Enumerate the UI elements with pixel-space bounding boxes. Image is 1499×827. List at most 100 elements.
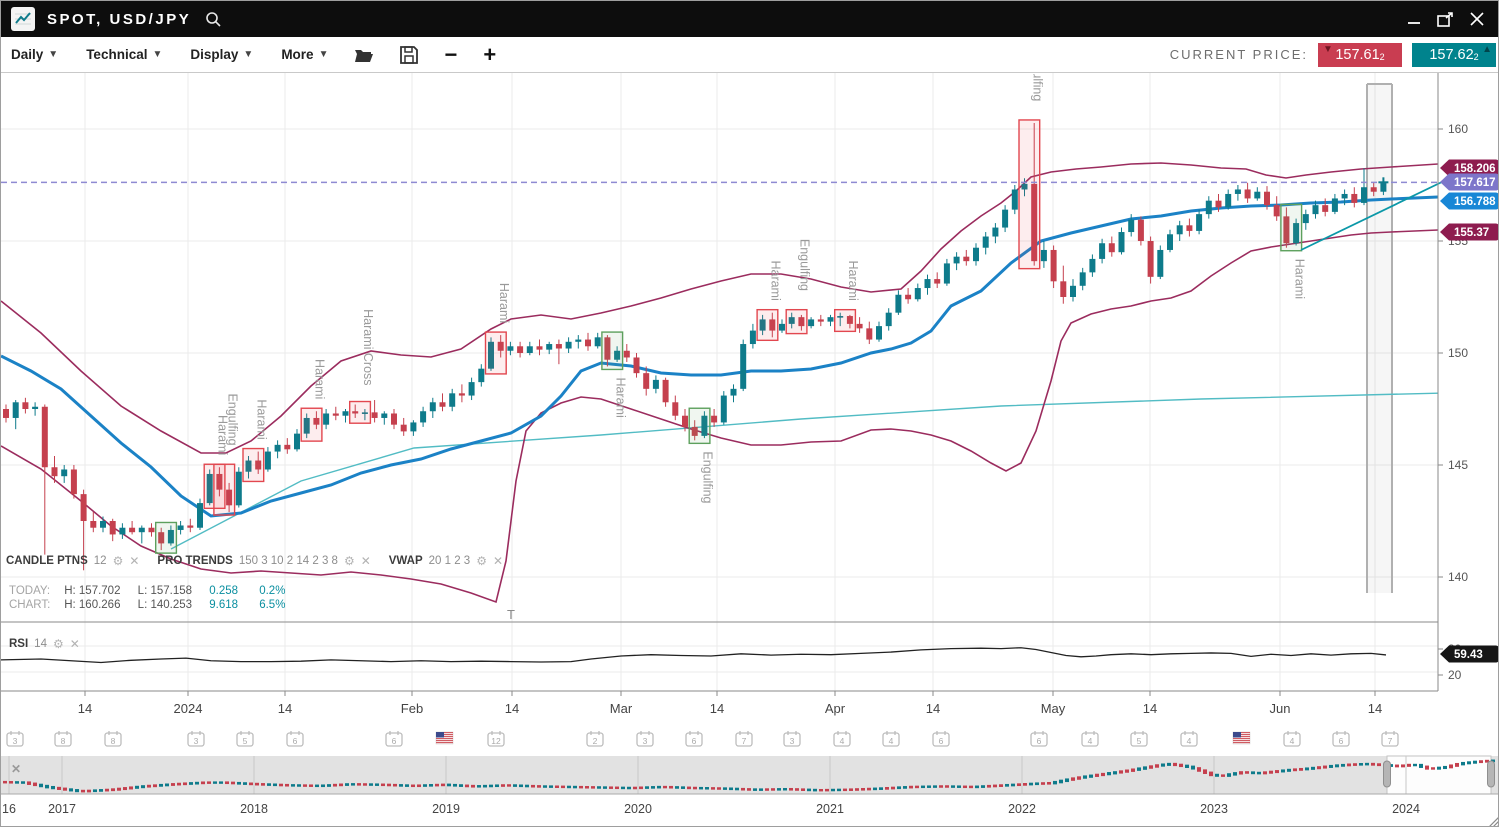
price-panel[interactable]: HaramiEngulfingHaramiHaramiHarami CrossH… [1,49,1444,602]
ask-price-button[interactable]: 157.622 ▲ [1412,43,1496,67]
pattern-box-bear[interactable] [1019,120,1040,269]
candle[interactable] [1303,210,1309,230]
pattern-box-bear[interactable] [786,310,807,334]
candle[interactable] [634,353,640,378]
pattern-box-bear[interactable] [757,310,778,341]
pattern-box-bull[interactable] [602,332,623,369]
candle[interactable] [663,378,669,407]
calendar-event-icon[interactable]: 6 [287,731,303,746]
save-icon[interactable] [400,46,418,64]
menu-timeframe[interactable]: Daily▼ [11,47,58,62]
navigator-handle-left[interactable] [1384,761,1391,787]
candle[interactable] [469,378,475,400]
vwap-anchor-marker[interactable]: T [507,607,515,622]
candle[interactable] [857,317,863,333]
candle[interactable] [915,284,921,302]
candle[interactable] [294,429,300,451]
close-icon[interactable]: ✕ [361,554,371,568]
menu-technical[interactable]: Technical▼ [86,47,162,62]
candle[interactable] [973,243,979,265]
candle[interactable] [42,405,48,555]
candle[interactable] [905,288,911,304]
candle[interactable] [808,317,814,328]
candle[interactable] [983,232,989,254]
popout-button[interactable] [1437,12,1454,27]
close-window-button[interactable] [1470,12,1484,26]
calendar-event-icon[interactable]: 8 [55,731,71,746]
calendar-event-icon[interactable]: 7 [1382,731,1398,746]
candle[interactable] [110,519,116,541]
candle[interactable] [575,335,581,348]
open-folder-icon[interactable] [354,47,374,63]
chart-canvas[interactable]: HaramiEngulfingHaramiHaramiHarami CrossH… [1,1,1499,827]
calendar-event-icon[interactable]: 3 [7,731,23,746]
candle[interactable] [866,322,872,344]
candle[interactable] [876,322,882,342]
candle[interactable] [750,324,756,349]
candle[interactable] [323,409,329,429]
candle[interactable] [1254,187,1260,200]
pattern-box-bull[interactable] [689,408,710,443]
candle[interactable] [13,400,19,429]
pattern-box-bear[interactable] [835,310,856,332]
pattern-box-bear[interactable] [243,449,264,482]
close-icon[interactable]: ✕ [493,554,503,568]
candle[interactable] [459,384,465,402]
candle[interactable] [100,517,106,533]
calendar-event-icon[interactable]: 3 [188,731,204,746]
candle[interactable] [22,398,28,414]
close-icon[interactable]: ✕ [129,554,139,568]
calendar-event-icon[interactable]: 4 [1181,731,1197,746]
candle[interactable] [1109,237,1115,257]
candle[interactable] [672,396,678,421]
calendar-event-icon[interactable]: 6 [686,731,702,746]
close-icon[interactable]: ✕ [70,637,80,651]
calendar-event-icon[interactable]: 6 [386,731,402,746]
search-icon[interactable] [205,11,222,28]
calendar-event-icon[interactable]: 4 [1284,731,1300,746]
calendar-event-icon[interactable]: 6 [933,731,949,746]
candle[interactable] [954,252,960,270]
gear-icon[interactable]: ⚙ [113,554,124,568]
candle[interactable] [711,409,717,427]
candle[interactable] [1206,196,1212,218]
rsi-value-tag[interactable]: 59.43 [1440,646,1499,663]
candle[interactable] [963,250,969,266]
pattern-box-bear[interactable] [214,464,235,515]
candle[interactable] [624,344,630,362]
candle[interactable] [343,409,349,422]
candle[interactable] [1060,266,1066,304]
candle[interactable] [517,342,523,358]
candle[interactable] [1089,254,1095,276]
calendar-event-icon[interactable]: 5 [237,731,253,746]
calendar-event-icon[interactable]: 5 [1131,731,1147,746]
candle[interactable] [265,447,271,472]
candle[interactable] [178,521,184,534]
candle[interactable] [779,319,785,332]
calendar-event-icon[interactable]: 12 [488,731,504,746]
pattern-box-bull[interactable] [156,522,177,553]
candle[interactable] [566,337,572,353]
candle[interactable] [1167,230,1173,252]
pattern-box-bull[interactable] [1281,204,1302,250]
candle[interactable] [895,290,901,315]
gear-icon[interactable]: ⚙ [344,554,355,568]
candle[interactable] [71,465,77,499]
candle[interactable] [1196,210,1202,235]
navigator-handle-right[interactable] [1488,761,1495,787]
candle[interactable] [90,512,96,532]
candle[interactable] [1274,196,1280,221]
calendar-event-icon[interactable]: 4 [883,731,899,746]
calendar-event-icon[interactable]: 8 [105,731,121,746]
candle[interactable] [32,402,38,415]
price-tag[interactable]: 156.788 [1440,193,1499,210]
navigator-close-button[interactable]: ✕ [11,762,21,776]
candle[interactable] [449,389,455,411]
calendar-event-icon[interactable]: 6 [1333,731,1349,746]
candle[interactable] [119,523,125,539]
candle[interactable] [129,521,135,534]
candle[interactable] [478,364,484,386]
candle[interactable] [585,333,591,351]
candle[interactable] [818,315,824,326]
pattern-box-bear[interactable] [301,408,322,441]
